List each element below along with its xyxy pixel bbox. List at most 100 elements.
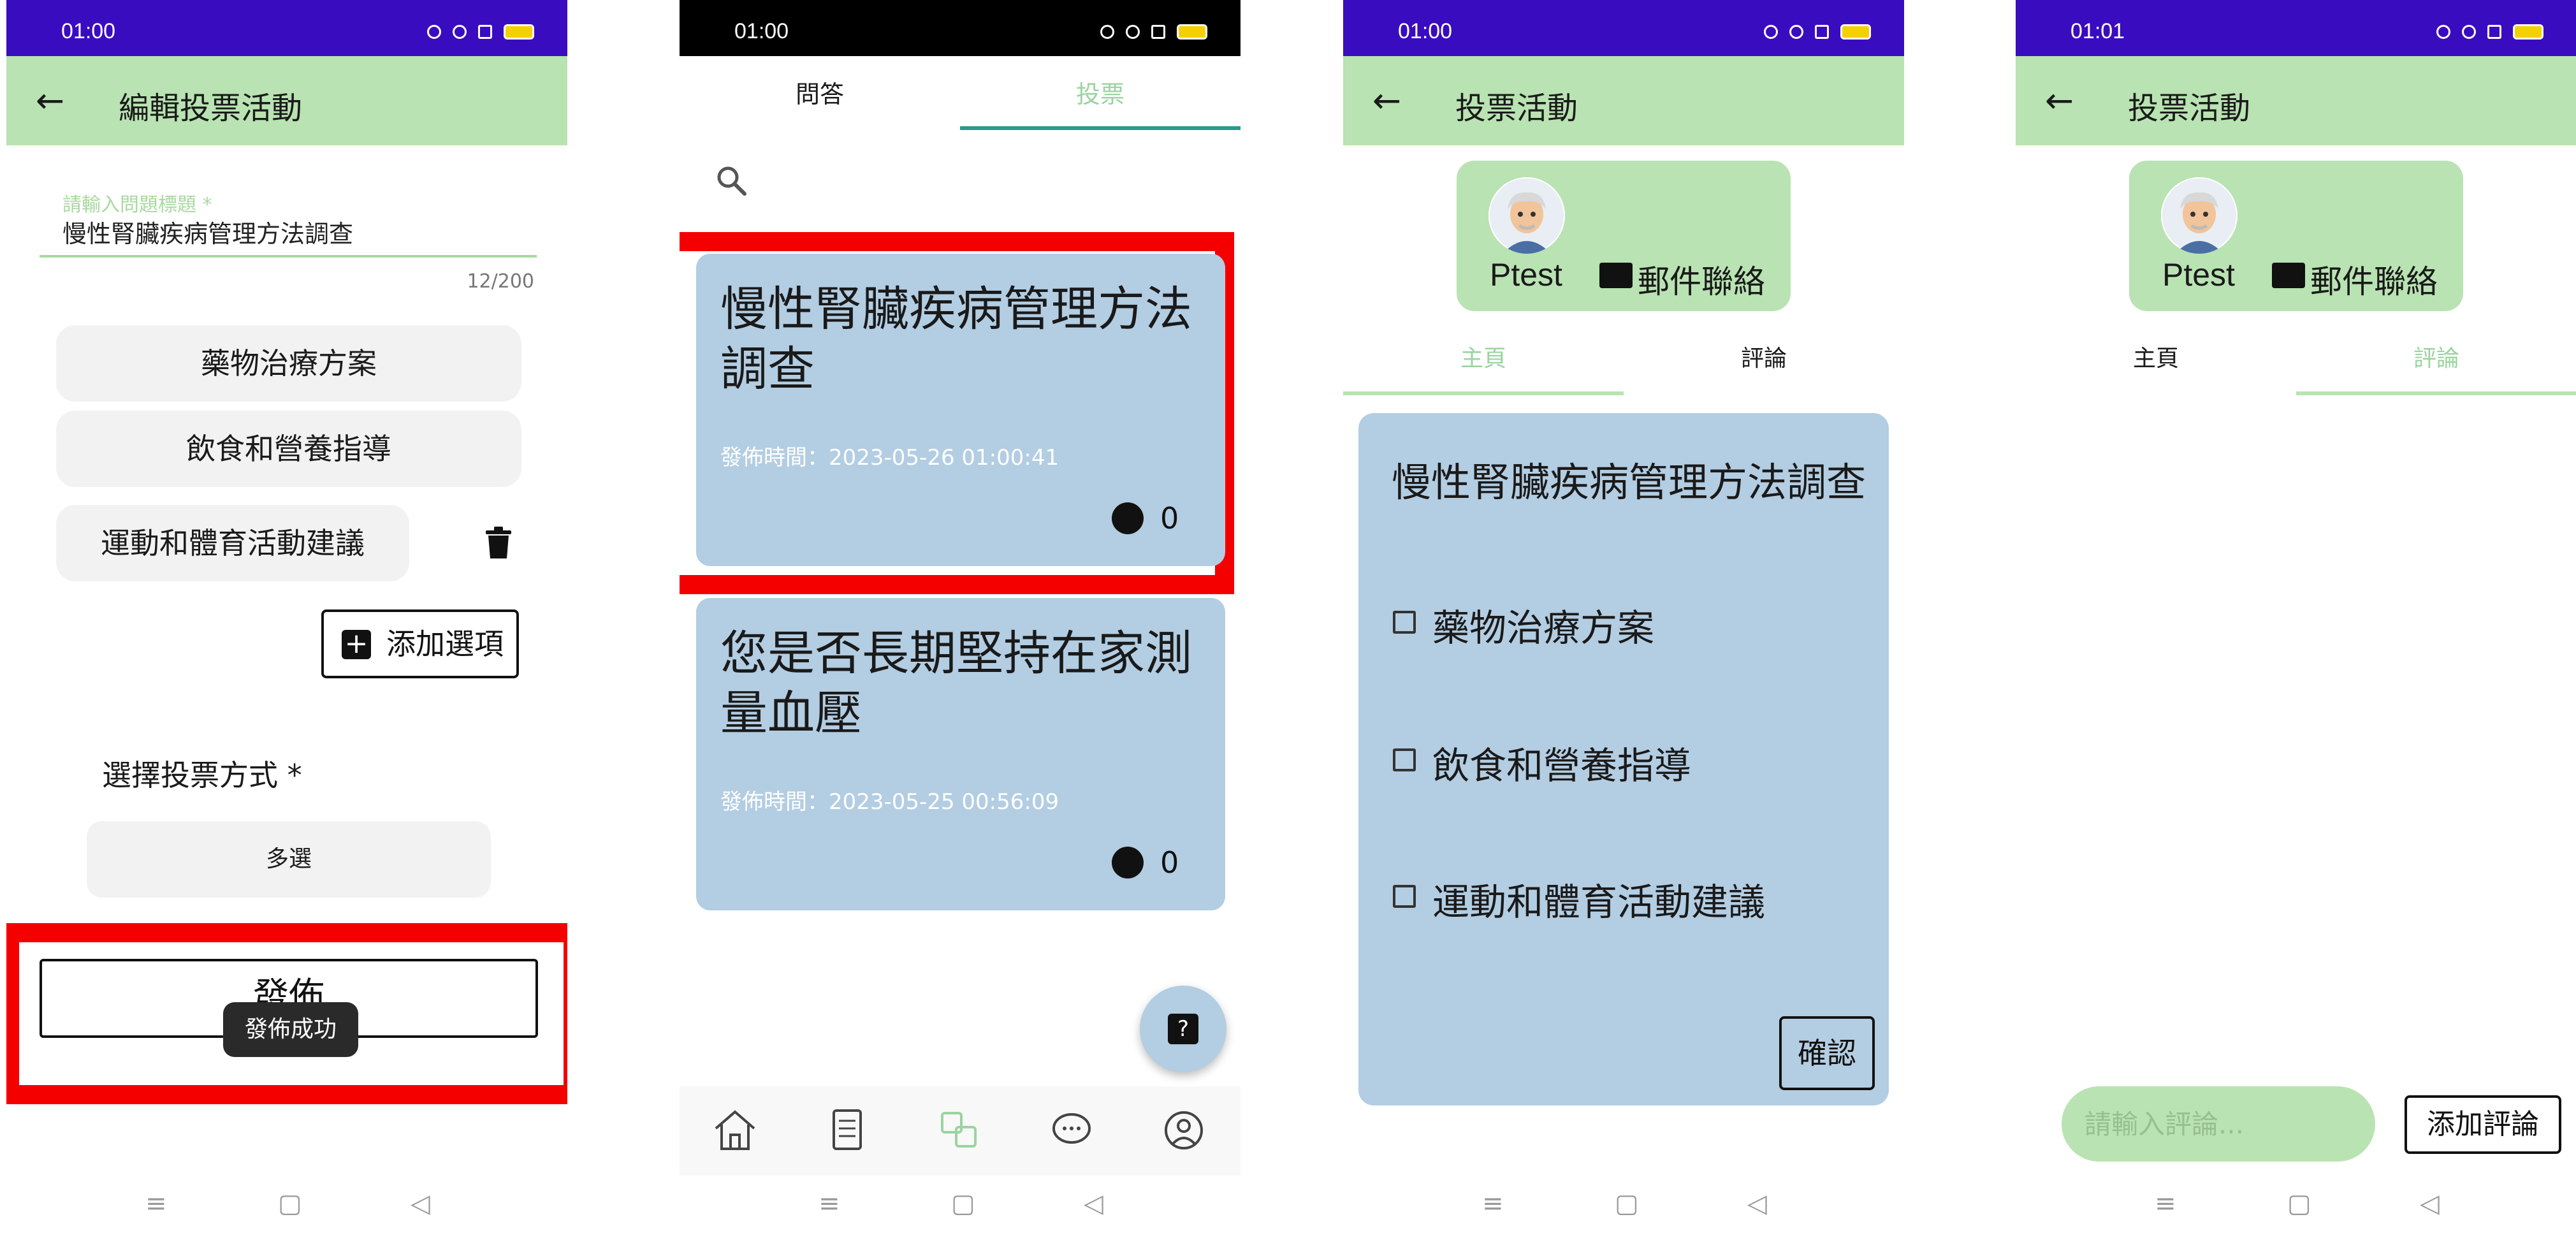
tab-indicator (1343, 391, 1624, 395)
system-nav-bar: ≡ ▢ ◁ (680, 1158, 1241, 1247)
thumbs-up-icon[interactable] (1112, 847, 1144, 879)
signal-icon (1815, 25, 1829, 39)
vote-mode-label: 選擇投票方式 * (102, 758, 302, 792)
question-title-label: 請輸入問題標題 * (62, 194, 212, 216)
status-icons (1764, 24, 1871, 40)
question-title-input[interactable]: 慢性腎臟疾病管理方法調查 (62, 214, 353, 249)
alarm-icon (427, 25, 441, 39)
avatar (1488, 177, 1565, 254)
battery-icon (2513, 24, 2543, 40)
home-square-icon[interactable]: ▢ (2287, 1191, 2311, 1216)
poll-card[interactable]: 您是否長期堅持在家測量血壓 發佈時間：2023-05-25 00:56:09 0 (696, 598, 1225, 910)
page-title: 投票活動 (2128, 91, 2251, 126)
alarm-icon (1764, 25, 1778, 39)
checkbox[interactable] (1393, 611, 1416, 634)
menu-icon[interactable]: ≡ (1482, 1191, 1504, 1216)
tab-home[interactable]: 主頁 (1343, 324, 1624, 394)
app-bar: ← 編輯投票活動 (6, 56, 567, 145)
mute-icon (2462, 25, 2476, 39)
home-square-icon[interactable]: ▢ (278, 1191, 302, 1216)
page-title: 投票活動 (1455, 91, 1578, 126)
tab-home[interactable]: 主頁 (2016, 324, 2296, 394)
option-input-2[interactable]: 飲食和營養指導 (56, 411, 521, 487)
tab-comments[interactable]: 評論 (1624, 324, 1904, 394)
menu-icon[interactable]: ≡ (2155, 1191, 2176, 1216)
document-icon[interactable] (819, 1102, 876, 1159)
tab-comments[interactable]: 評論 (2296, 324, 2576, 394)
home-square-icon[interactable]: ▢ (1615, 1191, 1639, 1216)
option-input-3[interactable]: 運動和體育活動建議 (56, 505, 409, 581)
trash-icon[interactable] (484, 527, 513, 560)
toast-message: 發佈成功 (223, 1002, 358, 1057)
app-bar: ← 投票活動 (2016, 56, 2576, 145)
mail-icon[interactable] (1599, 263, 1633, 288)
back-triangle-icon[interactable]: ◁ (1747, 1191, 1767, 1216)
battery-icon (1840, 24, 1871, 40)
tab-indicator (960, 126, 1241, 130)
alarm-icon (2436, 25, 2450, 39)
status-bar: 01:01 (2016, 0, 2576, 56)
search-icon[interactable] (713, 162, 751, 200)
poll-card-time: 發佈時間：2023-05-26 01:00:41 (720, 445, 1059, 470)
poll-option-1[interactable]: 藥物治療方案 (1393, 598, 1655, 652)
profile-card: Ptest 郵件聯絡 (1457, 161, 1791, 311)
home-square-icon[interactable]: ▢ (951, 1191, 975, 1216)
profile-icon[interactable] (1155, 1102, 1212, 1159)
screen-edit-poll: 01:00 ← 編輯投票活動 請輸入問題標題 * 慢性腎臟疾病管理方法調查 12… (6, 0, 567, 1247)
back-triangle-icon[interactable]: ◁ (411, 1191, 430, 1216)
menu-icon[interactable]: ≡ (145, 1191, 167, 1216)
alarm-icon (1100, 25, 1114, 39)
confirm-button[interactable]: 確認 (1779, 1016, 1875, 1090)
poll-option-label: 藥物治療方案 (1432, 606, 1655, 650)
plus-icon: + (342, 630, 371, 659)
back-arrow-icon[interactable]: ← (2045, 82, 2083, 120)
back-arrow-icon[interactable]: ← (36, 82, 74, 120)
back-triangle-icon[interactable]: ◁ (1084, 1191, 1103, 1216)
status-icons (1100, 24, 1207, 40)
tab-vote[interactable]: 投票 (960, 56, 1241, 133)
menu-icon[interactable]: ≡ (819, 1191, 840, 1216)
new-poll-fab[interactable]: ? (1140, 986, 1226, 1072)
tab-qa[interactable]: 問答 (680, 56, 960, 133)
avatar (2161, 177, 2238, 254)
mute-icon (1126, 25, 1140, 39)
poll-option-label: 飲食和營養指導 (1432, 744, 1692, 787)
mail-icon[interactable] (2272, 263, 2305, 288)
status-icons (2436, 24, 2543, 40)
thumbs-up-icon[interactable] (1112, 502, 1144, 534)
mail-contact-link[interactable]: 郵件聯絡 (1638, 256, 1765, 302)
mail-contact-link[interactable]: 郵件聯絡 (2310, 256, 2438, 302)
checkbox[interactable] (1393, 748, 1416, 771)
vote-icon[interactable] (931, 1102, 988, 1159)
back-triangle-icon[interactable]: ◁ (2420, 1191, 2440, 1216)
profile-card: Ptest 郵件聯絡 (2129, 161, 2463, 311)
checkbox[interactable] (1393, 885, 1416, 908)
comment-input[interactable] (2062, 1086, 2375, 1162)
back-arrow-icon[interactable]: ← (1372, 82, 1411, 120)
poll-option-2[interactable]: 飲食和營養指導 (1393, 736, 1692, 789)
status-bar: 01:00 (1343, 0, 1904, 56)
status-bar: 01:00 (680, 0, 1241, 56)
signal-icon (2487, 25, 2501, 39)
system-nav-bar: ≡ ▢ ◁ (2016, 1158, 2576, 1247)
chat-icon[interactable] (1043, 1102, 1100, 1159)
option-input-1[interactable]: 藥物治療方案 (56, 325, 521, 402)
page-title: 編輯投票活動 (119, 91, 303, 126)
status-icons (427, 24, 534, 40)
status-time: 01:00 (61, 19, 116, 43)
battery-icon (1177, 24, 1207, 40)
vote-mode-select[interactable]: 多選 (87, 821, 491, 898)
add-comment-button[interactable]: 添加評論 (2405, 1095, 2561, 1154)
system-nav-bar: ≡ ▢ ◁ (1343, 1158, 1904, 1247)
like-count: 0 (1160, 501, 1179, 536)
app-bar: ← 投票活動 (1343, 56, 1904, 145)
home-icon[interactable] (706, 1102, 764, 1159)
poll-card[interactable]: 慢性腎臟疾病管理方法調查 發佈時間：2023-05-26 01:00:41 0 (696, 254, 1225, 566)
screen-comments: 01:01 ← 投票活動 Ptest 郵件聯絡 主頁 評論 添加評論 ≡ ▢ (2016, 0, 2576, 1247)
poll-card-title: 慢性腎臟疾病管理方法調查 (720, 282, 1192, 397)
input-underline (40, 255, 537, 258)
add-option-button[interactable]: + 添加選項 (321, 609, 519, 678)
poll-option-3[interactable]: 運動和體育活動建議 (1393, 872, 1765, 926)
mute-icon (453, 25, 467, 39)
poll-title: 慢性腎臟疾病管理方法調查 (1392, 459, 1867, 506)
